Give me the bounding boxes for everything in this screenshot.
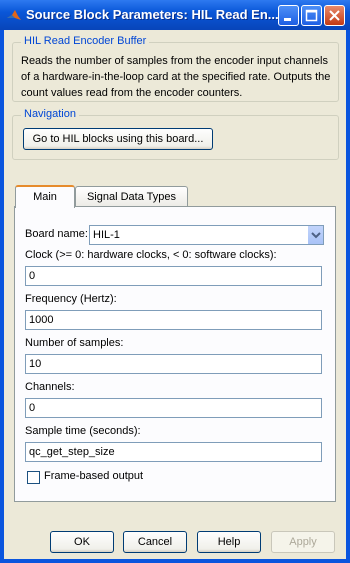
chevron-down-icon [311, 232, 321, 239]
title-bar[interactable]: Source Block Parameters: HIL Read En... [0, 0, 350, 30]
dialog-client-area: HIL Read Encoder Buffer Reads the number… [4, 30, 346, 559]
clock-input[interactable]: 0 [25, 266, 322, 286]
board-name-select[interactable]: HIL-1 [89, 225, 324, 245]
navigation-legend: Navigation [21, 108, 79, 120]
channels-input[interactable]: 0 [25, 398, 322, 418]
dropdown-button[interactable] [307, 226, 323, 244]
sample-time-label: Sample time (seconds): [25, 425, 141, 437]
sample-time-input[interactable]: qc_get_step_size [25, 442, 322, 462]
tab-panel-main: Board name: HIL-1 Clock (>= 0: hardware … [14, 206, 336, 502]
block-description: Reads the number of samples from the enc… [21, 55, 331, 99]
maximize-icon [305, 9, 318, 22]
tab-main[interactable]: Main [15, 185, 75, 208]
tab-signal-data-types[interactable]: Signal Data Types [75, 186, 188, 207]
apply-button[interactable]: Apply [271, 531, 335, 553]
minimize-icon [284, 18, 291, 21]
cancel-button[interactable]: Cancel [123, 531, 187, 553]
matlab-icon [7, 10, 21, 20]
number-of-samples-label: Number of samples: [25, 337, 124, 349]
clock-label: Clock (>= 0: hardware clocks, < 0: softw… [25, 249, 277, 261]
help-button[interactable]: Help [197, 531, 261, 553]
window-title: Source Block Parameters: HIL Read En... [26, 7, 279, 22]
close-button[interactable] [324, 5, 345, 26]
dialog-window: Source Block Parameters: HIL Read En... … [0, 0, 350, 563]
frame-based-output-checkbox[interactable] [27, 471, 40, 484]
block-group-legend: HIL Read Encoder Buffer [21, 35, 150, 47]
go-to-hil-blocks-button[interactable]: Go to HIL blocks using this board... [23, 128, 213, 150]
frame-based-output-label: Frame-based output [44, 470, 144, 482]
frequency-input[interactable]: 1000 [25, 310, 322, 330]
channels-label: Channels: [25, 381, 75, 393]
frequency-label: Frequency (Hertz): [25, 293, 117, 305]
block-description-group: HIL Read Encoder Buffer Reads the number… [12, 35, 339, 102]
number-of-samples-input[interactable]: 10 [25, 354, 322, 374]
board-name-label: Board name: [25, 228, 88, 240]
close-icon [329, 10, 340, 21]
board-name-value: HIL-1 [93, 229, 120, 241]
minimize-button[interactable] [278, 5, 299, 26]
ok-button[interactable]: OK [50, 531, 114, 553]
maximize-button[interactable] [301, 5, 322, 26]
navigation-group: Navigation Go to HIL blocks using this b… [12, 108, 339, 160]
